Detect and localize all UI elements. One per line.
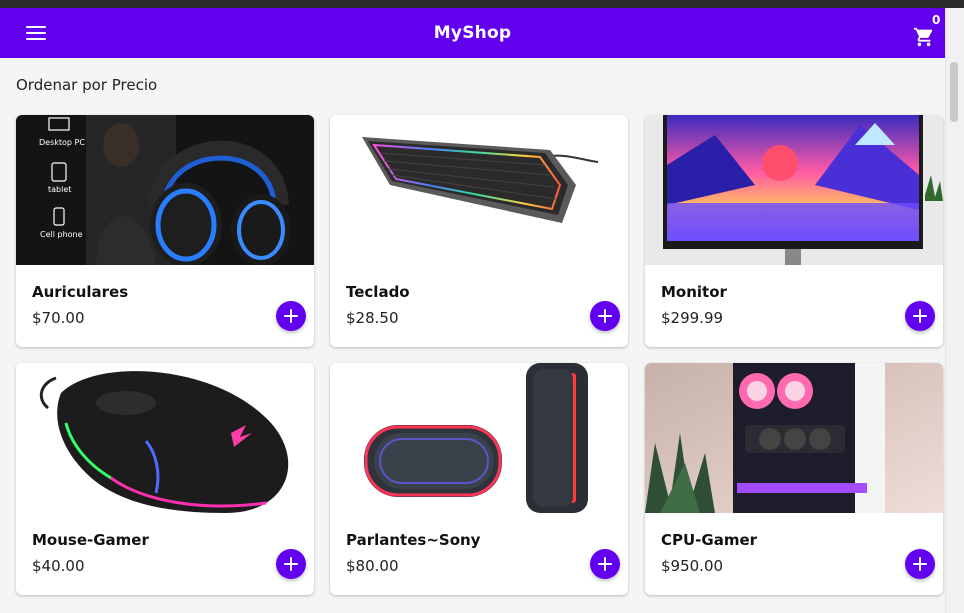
monitor-image — [645, 115, 943, 265]
product-price: $40.00 — [32, 557, 85, 575]
product-card[interactable]: Mouse-Gamer $40.00 — [16, 363, 314, 595]
product-card[interactable]: CPU-Gamer $950.00 — [645, 363, 943, 595]
plus-icon — [913, 557, 927, 571]
product-price: $70.00 — [32, 309, 85, 327]
product-card[interactable]: Desktop PC tablet Cell phone Auriculares… — [16, 115, 314, 347]
add-to-cart-button[interactable] — [276, 301, 306, 331]
plus-icon — [598, 557, 612, 571]
product-price: $80.00 — [346, 557, 399, 575]
product-price: $28.50 — [346, 309, 399, 327]
cart-count-badge: 0 — [932, 13, 941, 27]
device-label: Desktop PC — [39, 138, 85, 147]
app-bar: MyShop 0 — [0, 8, 945, 58]
product-name: Parlantes~Sony — [346, 531, 481, 549]
plus-icon — [284, 557, 298, 571]
add-to-cart-button[interactable] — [905, 301, 935, 331]
product-card[interactable]: Teclado $28.50 — [330, 115, 628, 347]
product-price: $299.99 — [661, 309, 724, 327]
keyboard-image — [330, 115, 628, 265]
add-to-cart-button[interactable] — [276, 549, 306, 579]
add-to-cart-button[interactable] — [905, 549, 935, 579]
add-to-cart-button[interactable] — [590, 549, 620, 579]
product-name: Mouse-Gamer — [32, 531, 149, 549]
product-card[interactable]: Parlantes~Sony $80.00 — [330, 363, 628, 595]
product-price: $950.00 — [661, 557, 724, 575]
product-name: CPU-Gamer — [661, 531, 758, 549]
sort-by-price-button[interactable]: Ordenar por Precio — [16, 76, 157, 94]
browser-top-strip — [0, 0, 964, 8]
device-label: tablet — [48, 185, 72, 194]
plus-icon — [598, 309, 612, 323]
cart-icon[interactable] — [912, 26, 936, 48]
pc-case-image — [645, 363, 943, 513]
mouse-image — [16, 363, 314, 513]
device-label: Cell phone — [40, 230, 83, 239]
product-card[interactable]: Monitor $299.99 — [645, 115, 943, 347]
scrollbar-thumb[interactable] — [950, 62, 958, 122]
plus-icon — [284, 309, 298, 323]
plus-icon — [913, 309, 927, 323]
speaker-image — [330, 363, 628, 513]
add-to-cart-button[interactable] — [590, 301, 620, 331]
product-name: Auriculares — [32, 283, 129, 301]
product-name: Monitor — [661, 283, 727, 301]
headphones-image: Desktop PC tablet Cell phone — [16, 115, 314, 265]
product-name: Teclado — [346, 283, 410, 301]
app-title: MyShop — [433, 23, 512, 43]
